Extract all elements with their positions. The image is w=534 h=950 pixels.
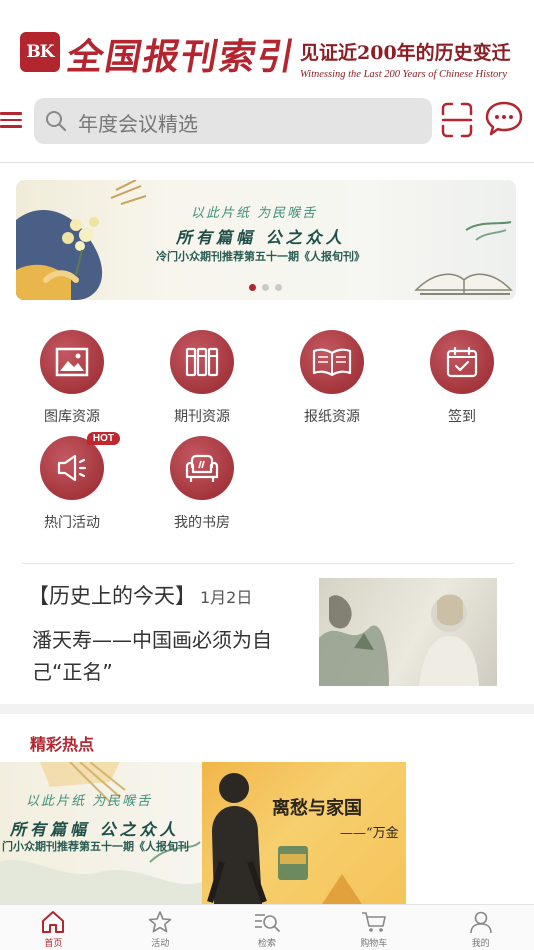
feature-circle (300, 330, 364, 394)
chat-icon[interactable] (484, 100, 524, 138)
image-icon (55, 347, 89, 377)
nav-label: 活动 (151, 939, 170, 949)
slogan: 见证近200年的历史变迁 Witnessing the Last 200 Yea… (300, 38, 514, 80)
open-book-icon (312, 348, 352, 377)
section-gap (0, 704, 534, 714)
menu-icon[interactable] (0, 108, 24, 134)
feature-label: 我的书房 (174, 515, 230, 531)
nav-label: 首页 (44, 939, 63, 949)
star-icon (148, 911, 172, 933)
home-icon (42, 911, 65, 933)
feature-label: 签到 (448, 409, 476, 425)
history-painting-image (319, 594, 479, 686)
cart-icon (361, 912, 386, 932)
feature-newspapers[interactable]: 报纸资源 (287, 330, 377, 426)
history-title-text: 【历史上的今天】 (28, 584, 196, 608)
hot-pick-line2: 所有篇幅 公之众人 (10, 820, 180, 839)
hot-pick-line3: 门小众期刊推荐第五十一期《人报旬刊 (2, 840, 189, 853)
history-title: 【历史上的今天】 1月2日 (28, 580, 252, 610)
feature-journals[interactable]: 期刊资源 (157, 330, 247, 426)
feature-circle (170, 436, 234, 500)
nav-search[interactable]: 检索 (214, 905, 321, 950)
history-thumbnail[interactable] (319, 578, 497, 686)
banner-dots (249, 284, 282, 291)
slogan-main: 见证近200年的历史变迁 (300, 42, 511, 64)
calendar-check-icon (446, 346, 478, 378)
feature-circle (170, 330, 234, 394)
nav-cart[interactable]: 购物车 (320, 905, 427, 950)
history-date: 1月2日 (200, 588, 253, 607)
today-in-history[interactable]: 【历史上的今天】 1月2日 潘天寿——中国画必须为自己“正名” (0, 564, 534, 704)
user-icon (469, 911, 492, 934)
feature-circle: HOT (40, 432, 120, 500)
armchair-icon (185, 454, 219, 482)
hot-pick-line1: 以此片纸 为民喉舌 (26, 794, 153, 809)
feature-label: 期刊资源 (174, 409, 230, 425)
hot-picks-title: 精彩热点 (30, 735, 95, 754)
feature-image-library[interactable]: 图库资源 (27, 330, 117, 426)
banner-dot[interactable] (249, 284, 256, 291)
header-divider (0, 162, 534, 163)
banner-carousel[interactable]: 以此片纸 为民喉舌 所有篇幅 公之众人 冷门小众期刊推荐第五十一期《人报旬刊》 (16, 180, 516, 300)
search-input[interactable]: 年度会议精选 (34, 98, 432, 144)
search-icon (46, 111, 67, 132)
banner-line1: 以此片纸 为民喉舌 (191, 206, 318, 221)
feature-hot-events[interactable]: HOT 热门活动 (27, 432, 120, 532)
feature-my-study[interactable]: 我的书房 (157, 436, 247, 532)
nav-label: 购物车 (360, 939, 388, 949)
megaphone-icon (57, 454, 87, 482)
hot-pick-subtitle: ——“万金 (340, 826, 399, 841)
feature-circle (40, 330, 104, 394)
banner-line3: 冷门小众期刊推荐第五十一期《人报旬刊》 (156, 250, 365, 263)
hot-pick-title: 离愁与家国 (272, 798, 362, 819)
logo-title: 全国报刊索引 (63, 36, 300, 78)
search-list-icon (254, 914, 280, 932)
journals-icon (185, 347, 219, 377)
banner-dot[interactable] (275, 284, 282, 291)
banner-dot[interactable] (262, 284, 269, 291)
feature-circle (430, 330, 494, 394)
history-headline[interactable]: 潘天寿——中国画必须为自己“正名” (32, 624, 302, 688)
banner-illustration-book (414, 221, 513, 295)
nav-label: 检索 (257, 939, 276, 949)
scan-icon[interactable] (440, 102, 474, 138)
banner-illustration-flowers (16, 180, 146, 300)
logo-badge: BK (20, 32, 60, 72)
search-row: 年度会议精选 (0, 96, 534, 162)
hot-pick-card[interactable]: 离愁与家国 ——“万金 (202, 762, 406, 904)
banner-line2: 所有篇幅 公之众人 (176, 228, 346, 247)
feature-label: 报纸资源 (304, 409, 360, 425)
feature-label: 图库资源 (44, 409, 100, 425)
nav-home[interactable]: 首页 (0, 905, 107, 950)
app-header: BK 全国报刊索引 见证近200年的历史变迁 Witnessing the La… (0, 0, 534, 96)
hot-badge: HOT (86, 432, 120, 445)
nav-label: 我的 (471, 939, 490, 949)
search-placeholder: 年度会议精选 (78, 112, 198, 136)
feature-check-in[interactable]: 签到 (417, 330, 507, 426)
feature-label: 热门活动 (44, 515, 100, 531)
hot-pick-card[interactable]: 以此片纸 为民喉舌 所有篇幅 公之众人 门小众期刊推荐第五十一期《人报旬刊 (0, 762, 202, 904)
slogan-sub: Witnessing the Last 200 Years of Chinese… (300, 69, 508, 80)
bottom-nav: 首页 活动 检索 购物车 我的 (0, 904, 534, 950)
nav-profile[interactable]: 我的 (427, 905, 534, 950)
nav-activities[interactable]: 活动 (107, 905, 214, 950)
